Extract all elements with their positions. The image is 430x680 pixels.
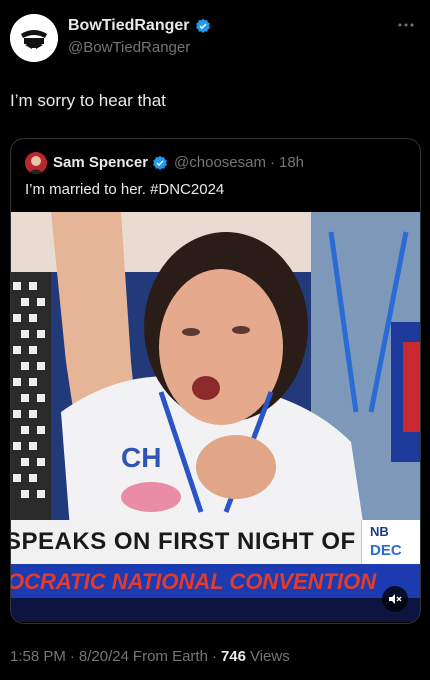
shirt-print: CH bbox=[121, 442, 161, 473]
post-date[interactable]: 8/20/24 bbox=[79, 648, 129, 665]
ranger-logo-icon bbox=[10, 14, 58, 62]
chyron-sub-text: OCRATIC NATIONAL CONVENTION bbox=[11, 569, 377, 594]
quoted-author-avatar[interactable] bbox=[25, 152, 47, 174]
mute-button[interactable] bbox=[382, 586, 408, 612]
quoted-author-handle[interactable]: @choosesam bbox=[174, 154, 266, 171]
views-count: 746 bbox=[220, 648, 246, 665]
video-player[interactable]: CH SPEAKS ON FIRST NIGHT OF DNC NB DEC O… bbox=[11, 212, 420, 622]
separator-dot: · bbox=[69, 648, 75, 665]
chyron-main-text: SPEAKS ON FIRST NIGHT OF DNC bbox=[11, 528, 417, 555]
chyron-sub-bar: OCRATIC NATIONAL CONVENTION bbox=[11, 564, 420, 598]
quoted-timestamp[interactable]: 18h bbox=[279, 154, 304, 171]
network-name: NB bbox=[370, 524, 389, 539]
verified-badge-icon bbox=[153, 155, 167, 170]
network-logo: NB DEC bbox=[361, 520, 420, 564]
post-source: From Earth bbox=[132, 648, 208, 665]
post-time[interactable]: 1:58 PM bbox=[10, 648, 66, 665]
verified-badge-icon bbox=[195, 18, 210, 33]
quoted-post[interactable]: Sam Spencer @choosesam · 18h I’m married… bbox=[10, 138, 421, 624]
author-avatar[interactable] bbox=[10, 14, 58, 62]
network-sub: DEC bbox=[370, 542, 402, 559]
separator-dot: · bbox=[269, 154, 275, 171]
author-handle[interactable]: @BowTiedRanger bbox=[68, 39, 190, 56]
author-name[interactable]: BowTiedRanger bbox=[68, 17, 190, 35]
more-dots-icon[interactable] bbox=[396, 18, 416, 32]
avatar-image-icon bbox=[25, 152, 47, 174]
separator-dot: · bbox=[211, 648, 217, 665]
quoted-text: I’m married to her. #DNC2024 bbox=[25, 181, 225, 198]
post-header: BowTiedRanger @BowTiedRanger bbox=[10, 12, 420, 68]
post-meta: 1:58 PM · 8/20/24 From Earth · 746 Views bbox=[10, 648, 290, 665]
views-label: Views bbox=[249, 648, 290, 665]
chyron-main-bar: SPEAKS ON FIRST NIGHT OF DNC NB DEC bbox=[11, 520, 420, 564]
speaker-muted-icon bbox=[389, 594, 402, 604]
quoted-author-name[interactable]: Sam Spencer bbox=[53, 154, 148, 171]
post-text: I’m sorry to hear that bbox=[10, 91, 166, 110]
